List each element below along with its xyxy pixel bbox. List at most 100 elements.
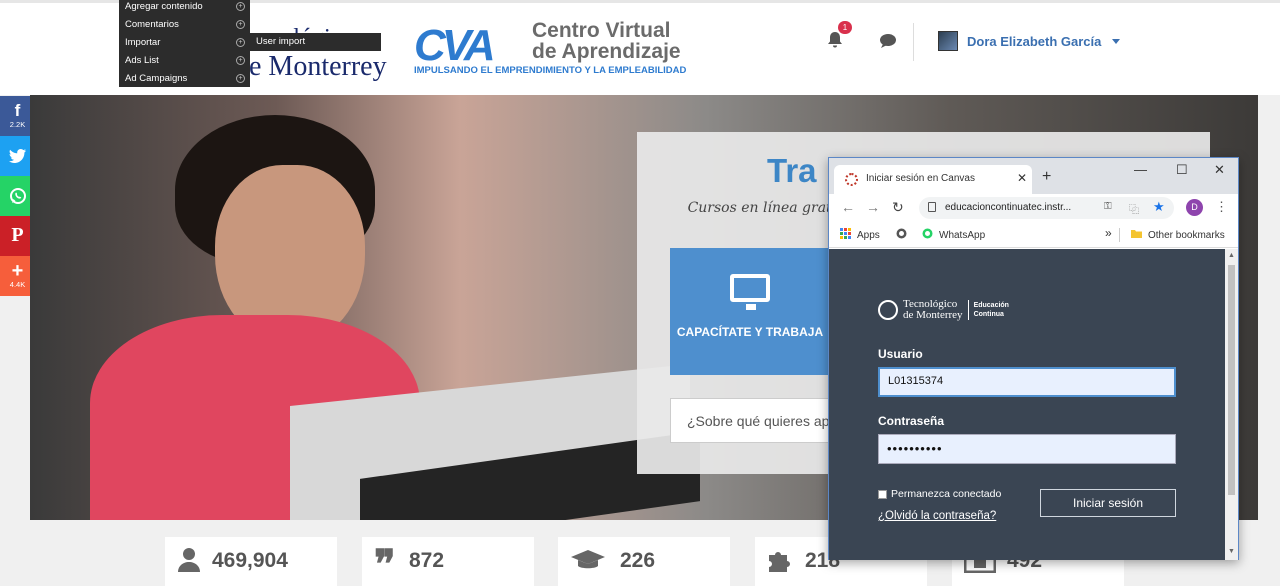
puzzle-icon bbox=[767, 547, 793, 573]
apps-grid-icon bbox=[840, 228, 851, 239]
chat-bubble-icon bbox=[880, 34, 896, 48]
cva-mark: CVA bbox=[414, 21, 496, 70]
user-name: Dora Elizabeth García bbox=[967, 33, 1102, 49]
whatsapp-icon bbox=[922, 228, 933, 239]
address-bar-url: educacioncontinuatec.instr... bbox=[945, 202, 1072, 213]
bookmark-globe[interactable] bbox=[896, 228, 913, 241]
capacitate-tile[interactable]: CAPACÍTATE Y TRABAJA bbox=[670, 248, 830, 375]
admin-menu-item-label: Agregar contenido bbox=[125, 1, 203, 12]
expand-icon: + bbox=[236, 74, 245, 83]
messages-button[interactable] bbox=[879, 33, 897, 49]
login-logo-edu-line2: Continua bbox=[973, 311, 1004, 318]
browser-toolbar: ← → ↻ educacioncontinuatec.instr... ⚿ ⿻ … bbox=[829, 194, 1238, 222]
avatar bbox=[938, 31, 958, 51]
user-menu[interactable]: Dora Elizabeth García bbox=[938, 30, 1121, 52]
maximize-button[interactable]: ☐ bbox=[1176, 162, 1188, 178]
scrollbar-thumb[interactable] bbox=[1228, 265, 1235, 495]
login-logo-edu-line1: Educación bbox=[973, 302, 1009, 309]
folder-icon bbox=[1131, 230, 1142, 238]
bell-icon bbox=[828, 32, 842, 48]
cva-title-line2: de Aprendizaje bbox=[532, 40, 681, 63]
login-logo-edu: Educación Continua bbox=[974, 301, 1009, 319]
stat-value: 469,904 bbox=[212, 549, 288, 572]
admin-menu-item-ad-campaigns[interactable]: Ad Campaigns + bbox=[119, 72, 250, 90]
admin-menu: Agregar contenido + Comentarios + Importar… bbox=[119, 0, 250, 87]
close-window-button[interactable]: ✕ bbox=[1214, 162, 1225, 178]
key-icon[interactable]: ⚿ bbox=[1104, 201, 1112, 212]
close-tab-icon[interactable]: ✕ bbox=[1017, 171, 1027, 185]
login-logo-line2: de Monterrey bbox=[903, 309, 963, 321]
user-icon bbox=[177, 547, 203, 573]
remember-me-label: Permanezca conectado bbox=[891, 488, 1002, 500]
quote-icon: ❞ bbox=[374, 542, 396, 586]
graduation-cap-icon bbox=[570, 547, 605, 573]
password-input[interactable]: •••••••••• bbox=[878, 434, 1176, 464]
admin-menu-item-label: Ads List bbox=[125, 55, 159, 66]
username-label: Usuario bbox=[878, 347, 923, 361]
bookmark-whatsapp[interactable]: WhatsApp bbox=[922, 228, 985, 241]
hero-title: Tra bbox=[767, 152, 817, 189]
browser-tab-bar: Iniciar sesión en Canvas ✕ + — ☐ ✕ bbox=[829, 158, 1238, 194]
notification-count-badge: 1 bbox=[838, 21, 852, 34]
admin-menu-item-comentarios[interactable]: Comentarios + bbox=[119, 18, 250, 36]
browser-tab[interactable]: Iniciar sesión en Canvas ✕ bbox=[834, 165, 1032, 194]
lock-icon bbox=[928, 202, 936, 212]
whatsapp-icon bbox=[9, 188, 26, 204]
bookmarks-divider bbox=[1119, 228, 1120, 242]
admin-menu-item-importar[interactable]: Importar + bbox=[119, 36, 250, 54]
expand-icon: + bbox=[236, 38, 245, 47]
admin-menu-item-ads-list[interactable]: Ads List + bbox=[119, 54, 250, 72]
stat-users: 469,904 bbox=[165, 537, 337, 586]
expand-icon: + bbox=[236, 2, 245, 11]
submenu-item-user-import[interactable]: User import bbox=[250, 33, 381, 51]
canvas-favicon-icon bbox=[845, 173, 858, 186]
reload-icon[interactable]: ↻ bbox=[892, 199, 904, 216]
profile-avatar[interactable]: D bbox=[1186, 199, 1203, 216]
tec-seal-icon bbox=[878, 300, 898, 320]
browser-tab-title: Iniciar sesión en Canvas bbox=[866, 173, 975, 184]
monitor-icon bbox=[730, 274, 770, 310]
minimize-button[interactable]: — bbox=[1134, 162, 1147, 177]
login-submit-button[interactable]: Iniciar sesión bbox=[1040, 489, 1176, 517]
bookmark-apps-label: Apps bbox=[857, 230, 880, 241]
back-arrow-icon[interactable]: ← bbox=[841, 199, 855, 215]
notifications-button[interactable]: 1 bbox=[826, 21, 852, 49]
tec-educacion-continua-logo: Tecnológico de Monterrey Educación Conti… bbox=[878, 297, 1009, 323]
twitter-icon bbox=[8, 149, 26, 163]
checkbox-box[interactable] bbox=[878, 489, 887, 499]
stat-comments: ❞ 872 bbox=[362, 537, 534, 586]
bookmark-other[interactable]: Other bookmarks bbox=[1131, 228, 1225, 241]
translate-icon[interactable]: ⿻ bbox=[1129, 201, 1139, 216]
admin-menu-item-label: Ad Campaigns bbox=[125, 73, 188, 84]
capacitate-tile-label: CAPACÍTATE Y TRABAJA bbox=[676, 325, 824, 339]
cva-tagline: IMPULSANDO EL EMPRENDIMIENTO Y LA EMPLEA… bbox=[414, 65, 687, 76]
bookmark-whatsapp-label: WhatsApp bbox=[939, 230, 986, 241]
globe-icon bbox=[896, 228, 907, 239]
header-divider bbox=[913, 23, 914, 61]
cva-logo[interactable]: CVA Centro Virtual de Aprendizaje IMPULS… bbox=[414, 19, 704, 79]
admin-menu-item-agregar-contenido[interactable]: Agregar contenido + bbox=[119, 0, 250, 18]
login-logo-text: Tecnológico de Monterrey bbox=[903, 299, 963, 321]
stat-value: 872 bbox=[409, 549, 445, 572]
caret-down-icon bbox=[1112, 38, 1121, 44]
stat-value: 226 bbox=[620, 549, 656, 572]
forgot-password-link[interactable]: ¿Olvidó la contraseña? bbox=[878, 510, 996, 522]
username-input[interactable]: L01315374 bbox=[878, 367, 1176, 397]
more-bookmarks-icon[interactable]: » bbox=[1105, 226, 1112, 240]
expand-icon: + bbox=[236, 20, 245, 29]
forward-arrow-icon[interactable]: → bbox=[866, 199, 880, 215]
new-tab-button[interactable]: + bbox=[1042, 168, 1051, 186]
logo-separator bbox=[967, 300, 969, 320]
bookmark-other-label: Other bookmarks bbox=[1148, 230, 1225, 241]
remember-me-checkbox[interactable]: Permanezca conectado bbox=[878, 488, 1001, 500]
scroll-up-icon[interactable]: ▲ bbox=[1228, 252, 1235, 259]
scrollbar[interactable]: ▲ ▼ bbox=[1225, 249, 1238, 560]
tec-logo-line2: de Monterrey bbox=[235, 51, 387, 82]
address-bar[interactable]: educacioncontinuatec.instr... ⚿ ⿻ ★ bbox=[919, 197, 1174, 219]
admin-menu-item-label: Comentarios bbox=[125, 19, 179, 30]
scroll-down-icon[interactable]: ▼ bbox=[1228, 548, 1235, 555]
more-menu-icon[interactable]: ⋮ bbox=[1215, 199, 1228, 215]
bookmark-apps[interactable]: Apps bbox=[840, 228, 880, 241]
bookmarks-bar: Apps WhatsApp » Other bookmarks bbox=[829, 222, 1238, 248]
star-icon[interactable]: ★ bbox=[1153, 199, 1165, 215]
